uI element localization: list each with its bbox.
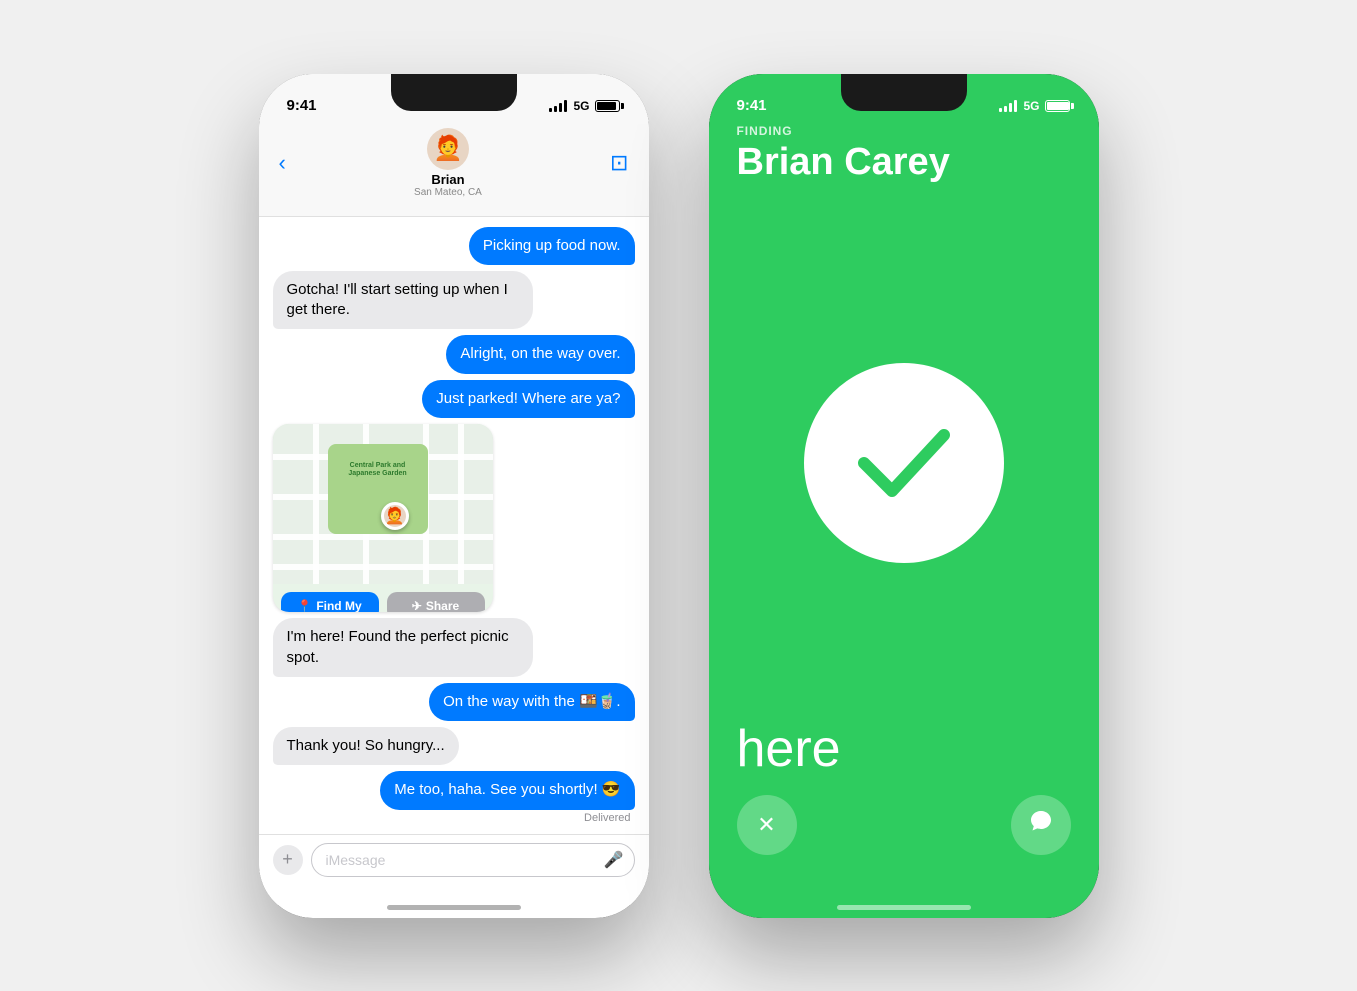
scene: 9:41 5G: [259, 74, 1099, 918]
find-my-label: Find My: [316, 599, 361, 613]
park-label: Central Park andJapanese Garden: [333, 462, 423, 479]
avatar: 🧑‍🦰: [427, 128, 469, 170]
contact-subtitle: San Mateo, CA: [414, 187, 482, 198]
delivered-status: Delivered: [584, 812, 634, 824]
battery-body: [595, 100, 620, 112]
message-row: Just parked! Where are ya?: [273, 380, 635, 418]
battery: [595, 100, 620, 112]
close-icon: ✕: [757, 812, 775, 838]
mic-icon[interactable]: 🎤: [604, 850, 624, 870]
share-icon: ✈: [412, 599, 422, 613]
signal-bar-1: [549, 108, 552, 112]
battery-fill: [597, 102, 615, 110]
phone-findmy: 9:41 ▲ 5G: [709, 74, 1099, 918]
message-bubble: Me too, haha. See you shortly! 😎: [380, 771, 634, 809]
signal-bars-findmy: [999, 100, 1017, 112]
status-icons-findmy: 5G: [999, 99, 1070, 113]
message-row: Me too, haha. See you shortly! 😎 Deliver…: [273, 771, 635, 823]
findmy-header: FINDING Brian Carey: [709, 124, 1099, 204]
find-my-button[interactable]: 📍 Find My: [281, 592, 379, 613]
contact-name: Brian: [431, 172, 464, 187]
input-bar: + iMessage 🎤: [259, 834, 649, 905]
map-actions: 📍 Find My ✈ Share: [273, 584, 493, 613]
find-my-icon: 📍: [297, 599, 312, 613]
message-bubble: Picking up food now.: [469, 227, 635, 265]
message-bubble: On the way with the 🍱🧋.: [429, 683, 634, 721]
share-button[interactable]: ✈ Share: [387, 592, 485, 613]
status-icons: 5G: [549, 99, 620, 113]
location-icon: ▲: [877, 100, 887, 111]
status-bar-messages: 9:41 5G: [259, 74, 649, 124]
message-bubble: I'm here! Found the perfect picnic spot.: [273, 618, 534, 677]
signal-bar-3: [559, 103, 562, 112]
close-button[interactable]: ✕: [737, 795, 797, 855]
contact-name-findmy: Brian Carey: [737, 142, 1071, 184]
add-attachment-button[interactable]: +: [273, 845, 303, 875]
findmy-actions: ✕: [709, 795, 1099, 905]
message-bubble: Alright, on the way over.: [446, 335, 634, 373]
message-bubble: Thank you! So hungry...: [273, 727, 459, 765]
messages-header: ‹ 🧑‍🦰 Brian San Mateo, CA ⊡: [259, 124, 649, 217]
message-row: I'm here! Found the perfect picnic spot.: [273, 618, 635, 677]
message-row: Alright, on the way over.: [273, 335, 635, 373]
checkmark-icon: [854, 423, 954, 503]
message-bubble: Just parked! Where are ya?: [422, 380, 634, 418]
messages-screen: 9:41 5G: [259, 74, 649, 918]
back-button[interactable]: ‹: [279, 150, 286, 176]
message-input[interactable]: iMessage 🎤: [311, 843, 635, 877]
checkmark-circle: [804, 363, 1004, 563]
message-icon: [1028, 809, 1054, 841]
home-indicator-findmy: [837, 905, 971, 910]
messages-list: Picking up food now. Gotcha! I'll start …: [259, 217, 649, 834]
map-bubble[interactable]: Central Park andJapanese Garden 🧑‍🦰 📍 Fi…: [273, 424, 493, 613]
signal-bars: [549, 100, 567, 112]
share-label: Share: [426, 599, 459, 613]
finding-label: FINDING: [737, 124, 1071, 138]
message-row: On the way with the 🍱🧋.: [273, 683, 635, 721]
message-row: Gotcha! I'll start setting up when I get…: [273, 271, 635, 330]
contact-info: 🧑‍🦰 Brian San Mateo, CA: [414, 128, 482, 198]
signal-5g-findmy: 5G: [1023, 99, 1039, 113]
findmy-screen: 9:41 ▲ 5G: [709, 74, 1099, 918]
battery-findmy: [1045, 100, 1070, 112]
status-bar-findmy: 9:41 ▲ 5G: [709, 74, 1099, 124]
phone-messages: 9:41 5G: [259, 74, 649, 918]
message-row: Picking up food now.: [273, 227, 635, 265]
signal-5g: 5G: [573, 99, 589, 113]
video-call-button[interactable]: ⊡: [610, 150, 628, 176]
result-text: here: [737, 723, 1071, 775]
message-placeholder: iMessage: [326, 852, 386, 868]
signal-bar-2: [554, 106, 557, 112]
message-button[interactable]: [1011, 795, 1071, 855]
map-park: [328, 444, 428, 534]
map-image: Central Park andJapanese Garden 🧑‍🦰: [273, 424, 493, 584]
status-time: 9:41: [287, 97, 317, 114]
findmy-result: here: [709, 723, 1099, 795]
home-indicator: [387, 905, 521, 910]
map-pin: 🧑‍🦰: [381, 502, 409, 530]
signal-bar-4: [564, 100, 567, 112]
checkmark-container: [709, 203, 1099, 722]
status-time: 9:41: [737, 97, 767, 114]
message-bubble: Gotcha! I'll start setting up when I get…: [273, 271, 534, 330]
messages-nav: ‹ 🧑‍🦰 Brian San Mateo, CA ⊡: [259, 124, 649, 206]
message-row: Thank you! So hungry...: [273, 727, 635, 765]
